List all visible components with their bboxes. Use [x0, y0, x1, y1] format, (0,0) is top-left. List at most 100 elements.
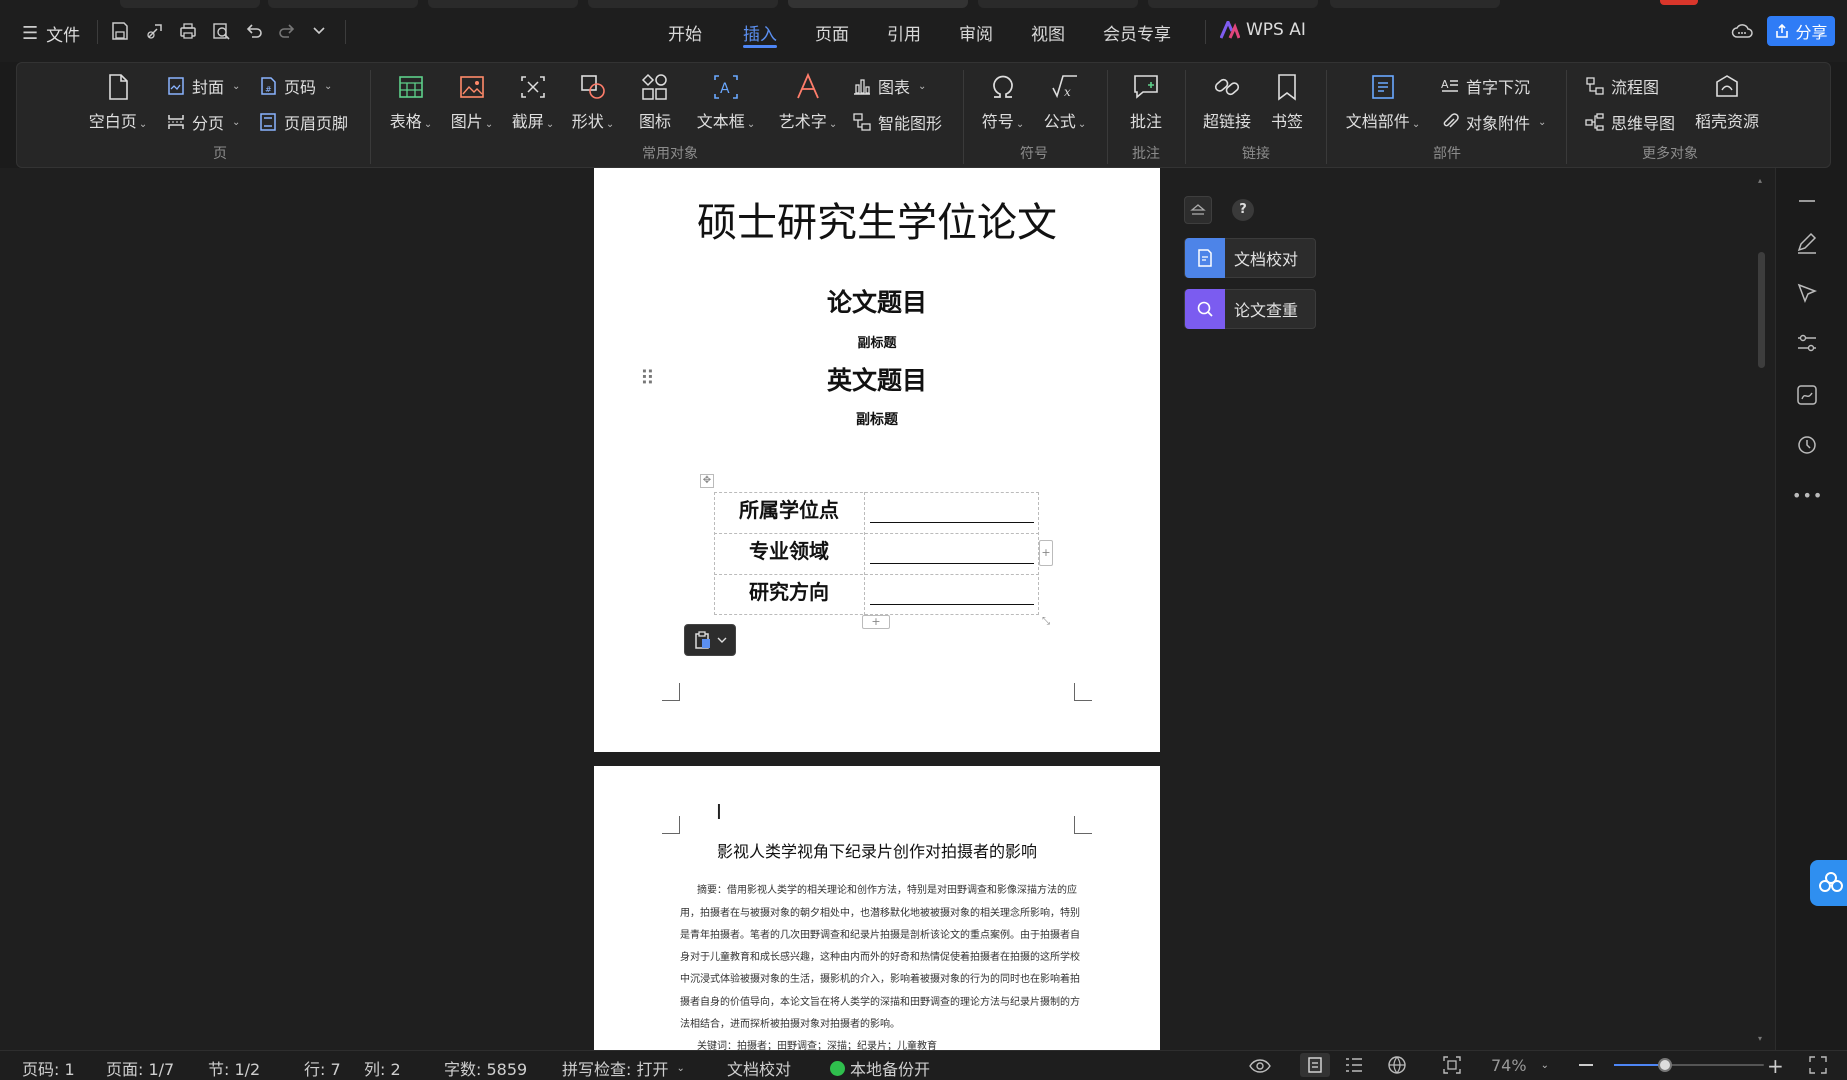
document-page-1[interactable]	[594, 168, 1160, 752]
drag-handle-icon[interactable]: ⠿	[640, 368, 656, 388]
undo-icon[interactable]	[244, 21, 264, 41]
resources-button[interactable]: 稻壳资源	[1690, 72, 1764, 132]
bookmark-button[interactable]: 书签	[1267, 72, 1307, 132]
status-page-code[interactable]: 页码: 1	[22, 1056, 75, 1080]
window-tab[interactable]	[978, 0, 1138, 8]
tab-member[interactable]: 会员专享	[1103, 20, 1171, 45]
page-view-button[interactable]	[1300, 1053, 1330, 1077]
assistant-float-button[interactable]	[1810, 860, 1847, 906]
file-menu[interactable]: ☰ 文件	[22, 21, 80, 46]
collapse-panel-button[interactable]	[1184, 196, 1212, 224]
paste-options-button[interactable]	[684, 624, 736, 656]
outline-view-icon[interactable]	[1344, 1056, 1364, 1074]
status-column[interactable]: 列: 2	[364, 1056, 401, 1080]
fullscreen-icon[interactable]	[1808, 1055, 1828, 1075]
vertical-scrollbar[interactable]: ▴ ▾	[1756, 176, 1768, 1050]
tab-page[interactable]: 页面	[815, 20, 849, 45]
table-resize-icon[interactable]: ⤡	[1039, 615, 1053, 629]
table-cell-label[interactable]: 研究方向	[714, 576, 864, 605]
spell-check-toggle[interactable]: 拼写检查: 打开 ⌄	[562, 1056, 685, 1080]
add-column-button[interactable]: +	[1039, 540, 1053, 566]
zoom-dropdown[interactable]: 74% ⌄	[1491, 1056, 1549, 1075]
picture-button[interactable]: 图片 ⌄	[447, 72, 497, 132]
export-icon[interactable]	[145, 21, 165, 41]
history-icon[interactable]	[1792, 430, 1822, 460]
mindmap-button[interactable]: 思维导图	[1585, 110, 1675, 134]
table-cell-label[interactable]: 所属学位点	[714, 494, 864, 523]
table-move-icon[interactable]: ✥	[700, 474, 714, 488]
page-number-button[interactable]: # 页码 ⌄	[258, 74, 332, 98]
chart-button[interactable]: 图表 ⌄	[852, 74, 926, 98]
tab-view[interactable]: 视图	[1031, 20, 1065, 45]
print-icon[interactable]	[178, 21, 198, 41]
window-tab[interactable]	[1330, 0, 1500, 8]
table-cell-underline[interactable]	[870, 604, 1034, 605]
save-icon[interactable]	[110, 21, 130, 41]
smart-graphic-button[interactable]: 智能图形	[852, 110, 942, 134]
pen-icon[interactable]	[1792, 228, 1822, 258]
add-row-button[interactable]: +	[862, 615, 890, 629]
formula-button[interactable]: x 公式 ⌄	[1040, 72, 1090, 132]
select-pointer-icon[interactable]	[1792, 278, 1822, 308]
status-page[interactable]: 页面: 1/7	[106, 1056, 174, 1080]
wordart-button[interactable]: 艺术字 ⌄	[776, 72, 840, 132]
window-tab[interactable]	[588, 0, 778, 8]
status-section[interactable]: 节: 1/2	[208, 1056, 260, 1080]
window-tab[interactable]	[268, 0, 418, 8]
status-word-count[interactable]: 字数: 5859	[444, 1056, 527, 1080]
window-tab[interactable]	[120, 0, 260, 8]
scroll-up-icon[interactable]: ▴	[1758, 176, 1762, 185]
textbox-button[interactable]: A 文本框 ⌄	[694, 72, 758, 132]
window-tab[interactable]	[428, 0, 578, 8]
table-cell-label[interactable]: 专业领域	[714, 535, 864, 564]
scrollbar-thumb[interactable]	[1758, 252, 1765, 368]
zoom-slider[interactable]	[1614, 1058, 1764, 1072]
doc-parts-button[interactable]: 文档部件 ⌄	[1343, 72, 1423, 132]
shape-button[interactable]: 形状 ⌄	[568, 72, 618, 132]
table-cell-underline[interactable]	[870, 563, 1034, 564]
help-icon[interactable]: ?	[1232, 199, 1254, 221]
share-button[interactable]: 分享	[1767, 16, 1835, 46]
window-tab[interactable]	[1148, 0, 1318, 8]
status-proofread[interactable]: 文档校对	[727, 1056, 791, 1080]
drop-cap-button[interactable]: A 首字下沉	[1440, 74, 1530, 98]
print-preview-icon[interactable]	[211, 21, 231, 41]
zoom-in-icon[interactable]: +	[1767, 1054, 1784, 1078]
scroll-down-icon[interactable]: ▾	[1758, 1034, 1762, 1043]
wps-ai-button[interactable]: WPS AI	[1220, 20, 1306, 40]
collapse-icon[interactable]	[1792, 186, 1822, 216]
fit-page-icon[interactable]	[1442, 1055, 1462, 1075]
table-cell-underline[interactable]	[870, 522, 1034, 523]
redo-icon[interactable]	[277, 21, 297, 41]
tab-references[interactable]: 引用	[887, 20, 921, 45]
comment-button[interactable]: 批注	[1126, 72, 1166, 132]
signature-icon[interactable]	[1792, 380, 1822, 410]
chevron-down-icon[interactable]	[312, 25, 326, 37]
web-view-icon[interactable]	[1387, 1055, 1407, 1075]
plagiarism-check-button[interactable]: 论文查重	[1184, 289, 1316, 329]
eye-icon[interactable]	[1249, 1057, 1271, 1075]
header-footer-button[interactable]: 页眉页脚	[258, 110, 348, 134]
cover-button[interactable]: 封面 ⌄	[166, 74, 240, 98]
zoom-slider-handle[interactable]	[1658, 1058, 1672, 1072]
symbol-button[interactable]: 符号 ⌄	[978, 72, 1028, 132]
hyperlink-button[interactable]: 超链接	[1200, 72, 1254, 132]
icon-button[interactable]: 图标	[633, 72, 677, 132]
proofread-button[interactable]: 文档校对	[1184, 238, 1316, 278]
attachment-button[interactable]: 对象附件 ⌄	[1440, 110, 1546, 134]
flowchart-button[interactable]: 流程图	[1585, 74, 1659, 98]
adjust-icon[interactable]	[1792, 328, 1822, 358]
tab-home[interactable]: 开始	[668, 20, 702, 45]
tab-insert[interactable]: 插入	[743, 20, 777, 45]
local-backup-status[interactable]: 本地备份开	[830, 1056, 930, 1080]
page-break-button[interactable]: 分页 ⌄	[166, 110, 240, 134]
zoom-out-icon[interactable]	[1579, 1064, 1593, 1066]
table-button[interactable]: 表格 ⌄	[386, 72, 436, 132]
blank-page-button[interactable]: 空白页 ⌄	[86, 72, 150, 132]
status-row[interactable]: 行: 7	[304, 1056, 341, 1080]
screenshot-button[interactable]: 截屏 ⌄	[508, 72, 558, 132]
more-icon[interactable]: •••	[1792, 486, 1822, 505]
window-tab-active[interactable]	[788, 0, 968, 8]
tab-review[interactable]: 审阅	[959, 20, 993, 45]
cloud-icon[interactable]	[1731, 21, 1753, 41]
